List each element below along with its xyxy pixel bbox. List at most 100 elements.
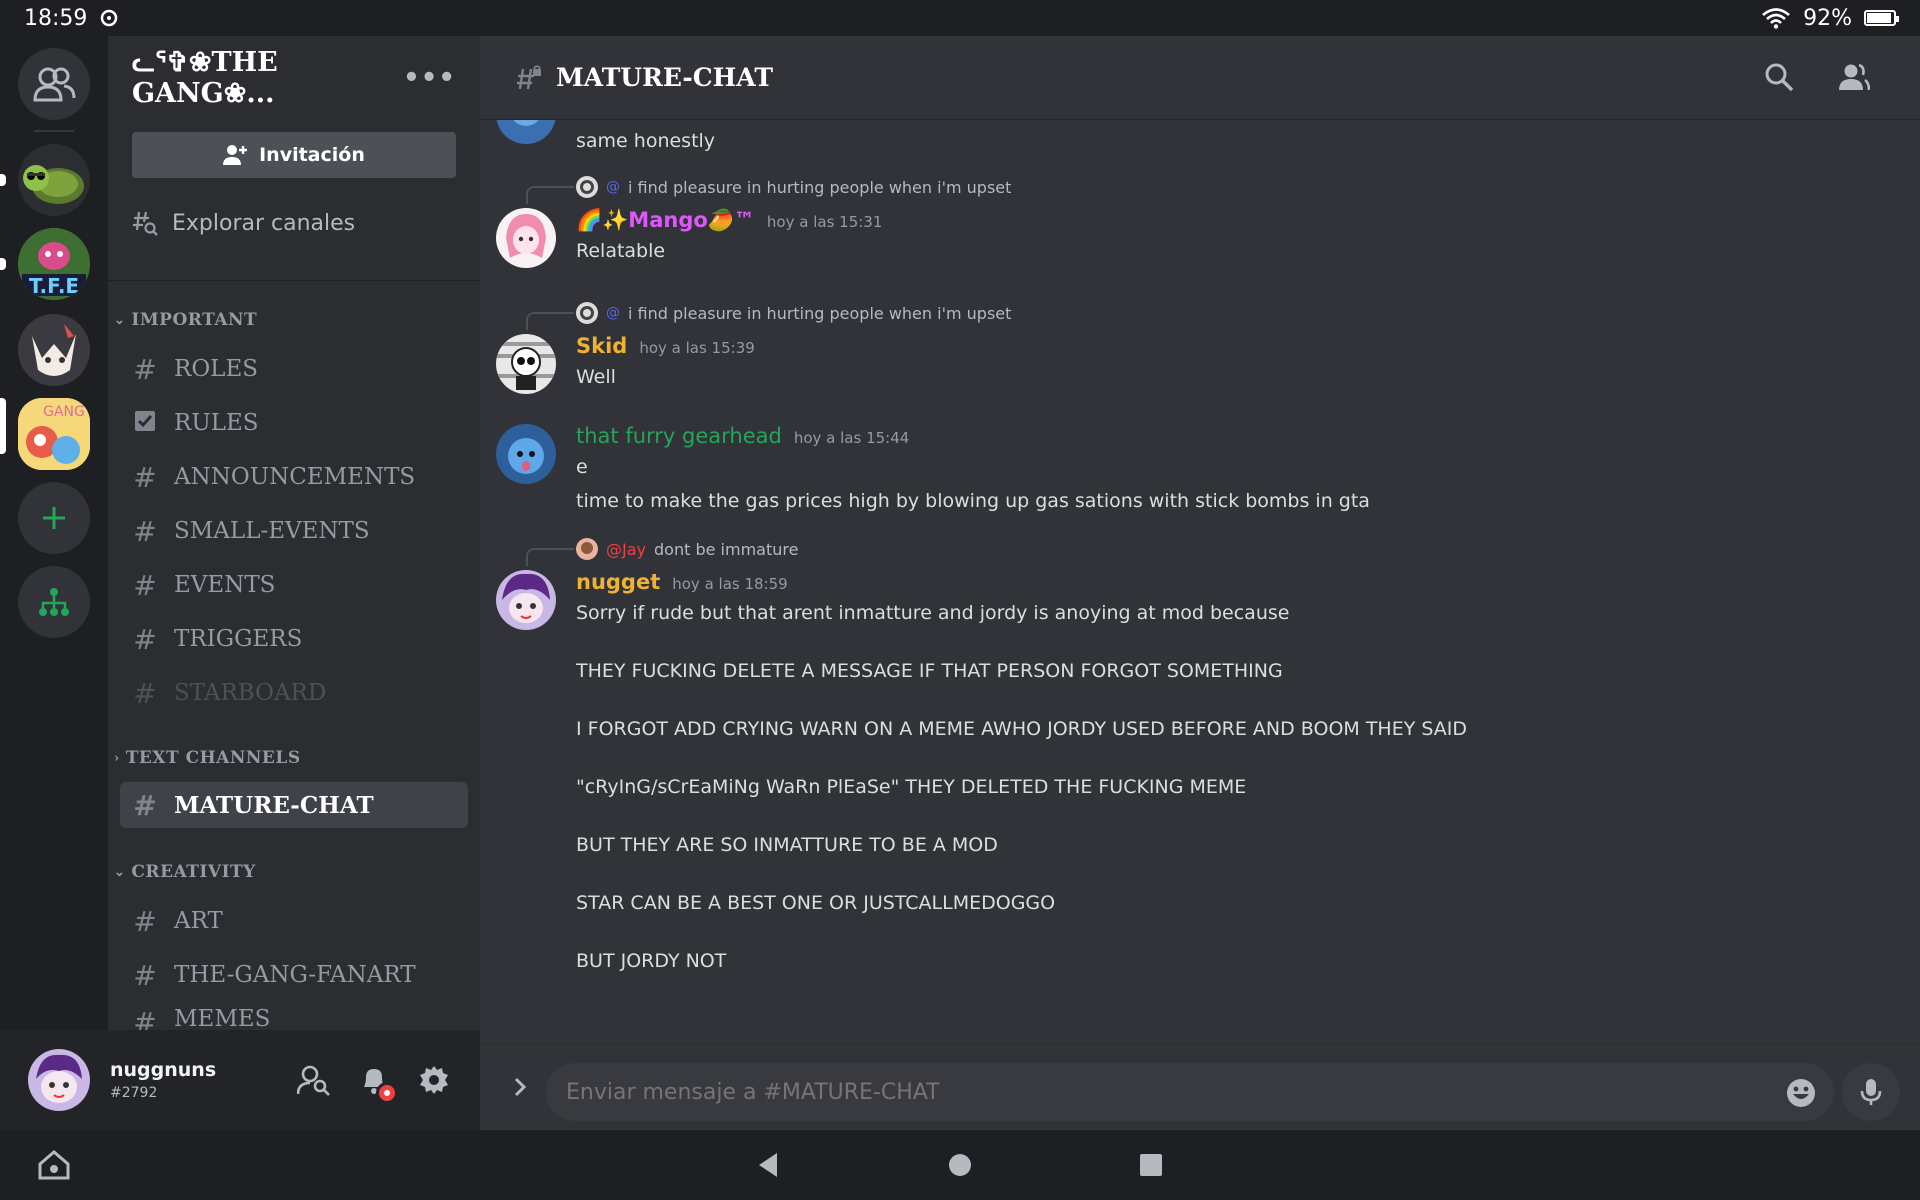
message-text: STAR CAN BE A BEST ONE OR JUSTCALLMEDOGG… [576, 892, 1056, 914]
hash-icon: # [133, 958, 157, 992]
discover-servers-button[interactable] [18, 566, 90, 638]
channel-label: MATURE-CHAT [174, 791, 374, 819]
channel-triggers[interactable]: # TRIGGERS [132, 616, 302, 662]
hash-icon: # [133, 904, 157, 938]
reply-mention[interactable]: @Jay [606, 540, 646, 559]
home-tab[interactable] [0, 1130, 108, 1200]
chevron-right-icon [514, 1077, 527, 1097]
server-icon-fox[interactable] [18, 314, 90, 386]
channel-mature-chat[interactable]: # MATURE-CHAT [120, 782, 468, 828]
channel-roles[interactable]: # ROLES [132, 346, 258, 392]
tfe-server-icon: T.F.E [18, 228, 90, 300]
search-button[interactable] [1764, 62, 1794, 96]
hash-icon: # [133, 1006, 157, 1030]
channel-events[interactable]: # EVENTS [132, 562, 275, 608]
guild-more-button[interactable]: ••• [403, 63, 456, 93]
invite-button[interactable]: Invitación [132, 132, 456, 178]
avatar[interactable] [28, 1049, 90, 1111]
category-text-channels[interactable]: › TEXT CHANNELS [114, 748, 301, 768]
avatar[interactable] [496, 120, 556, 144]
message-timestamp: hoy a las 15:44 [793, 429, 910, 447]
message-text: BUT THEY ARE SO INMATTURE TO BE A MOD [576, 834, 998, 856]
hash-icon: # [133, 676, 157, 710]
chevron-down-icon: ⌄ [114, 312, 126, 328]
server-icon-tfe[interactable]: T.F.E [18, 228, 90, 300]
settings-button[interactable] [416, 1062, 452, 1098]
message-list: same honestly @ i find pleasure in hurti… [480, 120, 1920, 1080]
reply-spine [526, 548, 574, 566]
friends-icon [33, 67, 76, 102]
channel-label: SMALL-EVENTS [174, 518, 370, 544]
server-rail: T.F.E GANG [0, 36, 108, 1030]
battery-percent: 92% [1803, 5, 1852, 31]
hash-icon: # [133, 514, 157, 548]
home-button[interactable] [920, 1130, 1000, 1200]
channel-the-gang-fanart[interactable]: # THE-GANG-FANART [132, 952, 416, 998]
locked-hash-icon: # [133, 788, 157, 822]
reply-reference[interactable]: @ i find pleasure in hurting people when… [576, 176, 1011, 198]
notification-badge [376, 1082, 398, 1104]
find-users-button[interactable] [296, 1062, 332, 1098]
reply-text: i find pleasure in hurting people when i… [628, 303, 1012, 323]
message-input[interactable] [546, 1063, 1834, 1121]
explore-channels-button[interactable]: Explorar canales [132, 210, 355, 236]
message-author[interactable]: 🌈✨Mango🥭™ [576, 208, 755, 233]
avatar[interactable] [496, 208, 556, 268]
avatar[interactable] [496, 424, 556, 484]
category-label: CREATIVITY [131, 862, 256, 882]
avatar[interactable] [496, 570, 556, 630]
expand-actions-button[interactable] [504, 1071, 536, 1103]
category-creativity[interactable]: ⌄ CREATIVITY [114, 862, 256, 882]
user-avatar-image [496, 570, 556, 630]
search-icon [1765, 63, 1794, 92]
channel-memes[interactable]: # MEMES [132, 1006, 270, 1030]
back-button[interactable] [728, 1130, 808, 1200]
guild-name: ᓚᕐ✞❀THE GANG❀... [132, 47, 278, 109]
recents-button[interactable] [1111, 1130, 1191, 1200]
category-important[interactable]: ⌄ IMPORTANT [114, 310, 257, 330]
reply-reference[interactable]: @Jay dont be immature [576, 538, 798, 560]
home-circle-icon [949, 1154, 971, 1176]
server-icon-the-gang[interactable]: GANG [18, 398, 90, 470]
server-icon-turtle[interactable] [18, 144, 90, 216]
channel-small-events[interactable]: # SMALL-EVENTS [132, 508, 370, 554]
guild-header[interactable]: ᓚᕐ✞❀THE GANG❀... ••• [108, 36, 480, 120]
plus-icon [43, 507, 65, 529]
explore-channels-label: Explorar canales [172, 210, 356, 236]
message-author[interactable]: Skid [576, 334, 627, 358]
reply-reference[interactable]: @ i find pleasure in hurting people when… [576, 302, 1011, 324]
chevron-right-icon: › [114, 750, 120, 766]
message-author[interactable]: that furry gearhead [576, 424, 782, 448]
user-avatar-image [496, 424, 556, 484]
channel-starboard[interactable]: # STARBOARD [132, 670, 326, 716]
username: nuggnuns [110, 1059, 217, 1081]
avatar[interactable] [496, 334, 556, 394]
message-author[interactable]: nugget [576, 570, 660, 594]
hash-search-icon [133, 211, 158, 236]
channel-art[interactable]: # ART [132, 898, 223, 944]
emoji-button[interactable] [1786, 1078, 1816, 1108]
system-nav-bar [0, 1130, 1920, 1200]
message-text: THEY FUCKING DELETE A MESSAGE IF THAT PE… [576, 660, 1283, 682]
recents-square-icon [1140, 1154, 1162, 1176]
hash-icon: # [133, 460, 157, 494]
member-list-button[interactable] [1838, 62, 1871, 96]
emoji-icon [1787, 1079, 1815, 1107]
channel-label: ANNOUNCEMENTS [174, 464, 416, 490]
channel-rules[interactable]: RULES [132, 400, 259, 446]
message-text: Sorry if rude but that arent inmatture a… [576, 602, 1290, 624]
category-label: TEXT CHANNELS [125, 748, 301, 768]
voice-message-button[interactable] [1842, 1063, 1900, 1121]
channel-announcements[interactable]: # ANNOUNCEMENTS [132, 454, 415, 500]
direct-messages-button[interactable] [18, 48, 90, 120]
notifications-button[interactable] [356, 1062, 398, 1104]
unread-pill [0, 258, 6, 270]
reply-avatar [576, 302, 598, 324]
message-timestamp: hoy a las 15:31 [766, 213, 883, 231]
home-icon [38, 1150, 70, 1180]
svg-text:GANG: GANG [43, 404, 85, 420]
message-text: I FORGOT ADD CRYING WARN ON A MEME AWHO … [576, 718, 1468, 740]
channel-label: THE-GANG-FANART [174, 962, 416, 988]
hash-icon: # [133, 622, 157, 656]
add-server-button[interactable] [18, 482, 90, 554]
